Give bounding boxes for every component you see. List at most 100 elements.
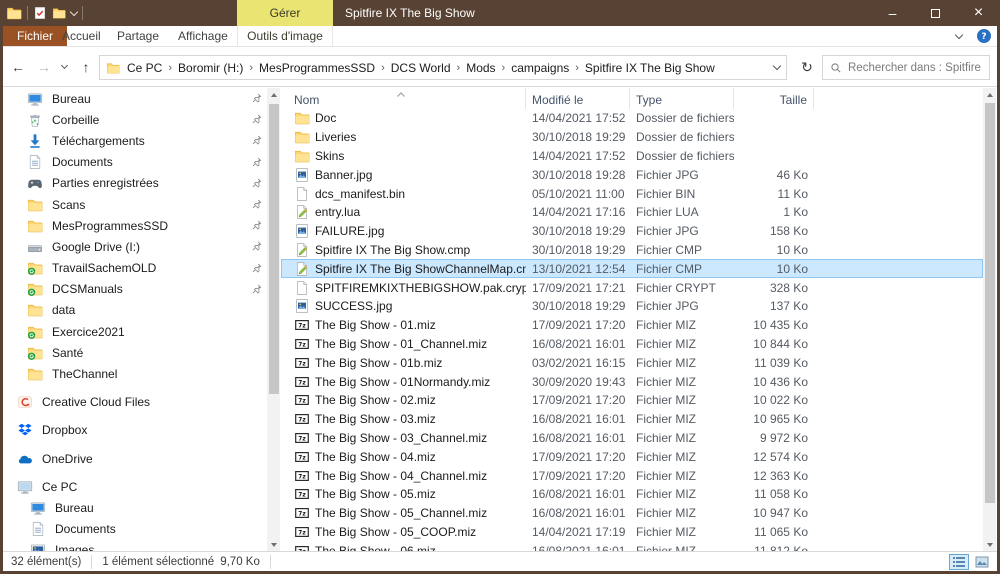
pin-icon[interactable]	[251, 113, 263, 125]
file-row[interactable]: 7z The Big Show - 05_COOP.miz 14/04/2021 1…	[281, 523, 983, 542]
sidebar-item-corbeille[interactable]: Corbeille	[3, 109, 267, 130]
sidebar-item-onedrive[interactable]: OneDrive	[3, 448, 267, 469]
recent-locations-icon[interactable]	[56, 55, 72, 79]
breadcrumb-item[interactable]: Mods	[462, 61, 499, 75]
file-row[interactable]: SUCCESS.jpg 30/10/2018 19:29 Fichier JPG 13…	[281, 297, 983, 316]
expand-ribbon-icon[interactable]	[954, 30, 964, 39]
file-row[interactable]: 7z The Big Show - 03.miz 16/08/2021 16:01 F…	[281, 410, 983, 429]
scroll-down-icon[interactable]	[983, 538, 996, 551]
column-header-modifie[interactable]: Modifié le	[526, 88, 630, 109]
maximize-button[interactable]	[914, 0, 957, 26]
thumbnails-view-button[interactable]	[972, 554, 992, 570]
sidebar-item-documents[interactable]: Documents	[3, 519, 267, 540]
sidebar-scrollbar-thumb[interactable]	[268, 104, 279, 394]
breadcrumb-separator-icon[interactable]: ›	[455, 62, 463, 74]
pin-icon[interactable]	[251, 134, 263, 146]
scroll-up-icon[interactable]	[267, 88, 280, 101]
sidebar-item-creative-cloud-files[interactable]: Creative Cloud Files	[3, 392, 267, 413]
sidebar-item-bureau[interactable]: Bureau	[3, 497, 267, 518]
up-button[interactable]: ↑	[74, 55, 98, 79]
address-dropdown-icon[interactable]	[772, 61, 782, 71]
pin-icon[interactable]	[251, 177, 263, 189]
pin-icon[interactable]	[251, 156, 263, 168]
file-row[interactable]: dcs_manifest.bin 05/10/2021 11:00 Fichier …	[281, 184, 983, 203]
ribbon-contextual-tab-manage[interactable]: Gérer	[237, 0, 333, 26]
file-row[interactable]: FAILURE.jpg 30/10/2018 19:29 Fichier JPG 15…	[281, 222, 983, 241]
sidebar-item-dcsmanuals[interactable]: DCSManuals	[3, 279, 267, 300]
file-row[interactable]: Spitfire IX The Big Show.cmp 30/10/2018 1…	[281, 241, 983, 260]
explorer-app-icon[interactable]	[6, 5, 22, 21]
file-scrollbar-thumb[interactable]	[984, 103, 995, 503]
breadcrumb-item[interactable]: Ce PC	[123, 61, 166, 75]
sidebar-item-sant-[interactable]: Santé	[3, 342, 267, 363]
sidebar-item-mesprogrammesssd[interactable]: MesProgrammesSSD	[3, 215, 267, 236]
tab-partage[interactable]: Partage	[117, 26, 159, 46]
sidebar-item-travailsachemold[interactable]: TravailSachemOLD	[3, 258, 267, 279]
pin-icon[interactable]	[251, 262, 263, 274]
file-row[interactable]: Doc 14/04/2021 17:52 Dossier de fichiers	[281, 109, 983, 128]
qat-customize-icon[interactable]	[69, 7, 79, 16]
search-input[interactable]	[848, 61, 982, 74]
sidebar-scrollbar[interactable]	[267, 88, 280, 551]
breadcrumb-item[interactable]: Boromir (H:)	[174, 61, 247, 75]
properties-icon[interactable]	[33, 6, 47, 20]
column-header-type[interactable]: Type	[630, 88, 734, 109]
sidebar-item-bureau[interactable]: Bureau	[3, 88, 267, 109]
close-button[interactable]: ×	[957, 0, 1000, 26]
minimize-button[interactable]: –	[871, 0, 914, 26]
sidebar-item-ce-pc[interactable]: Ce PC	[3, 476, 267, 497]
file-row[interactable]: 7z The Big Show - 05.miz 16/08/2021 16:01 F…	[281, 485, 983, 504]
pin-icon[interactable]	[251, 283, 263, 295]
back-button[interactable]: ←	[6, 55, 30, 79]
pin-icon[interactable]	[251, 240, 263, 252]
file-row[interactable]: Liveries 30/10/2018 19:29 Dossier de fichi…	[281, 128, 983, 147]
breadcrumb-separator-icon[interactable]: ›	[500, 62, 508, 74]
file-row[interactable]: SPITFIREMKIXTHEBIGSHOW.pak.crypt 17/09/20…	[281, 278, 983, 297]
scroll-down-icon[interactable]	[267, 538, 280, 551]
sidebar-item-google-drive-i-[interactable]: Google Drive (I:)	[3, 236, 267, 257]
details-view-button[interactable]	[949, 554, 969, 570]
file-row[interactable]: 7z The Big Show - 01Normandy.miz 30/09/202…	[281, 372, 983, 391]
sidebar-item-documents[interactable]: Documents	[3, 152, 267, 173]
sidebar-item-parties-enregistr-es[interactable]: Parties enregistrées	[3, 173, 267, 194]
file-row[interactable]: 7z The Big Show - 01_Channel.miz 16/08/202…	[281, 335, 983, 354]
column-header-taille[interactable]: Taille	[734, 88, 814, 109]
sidebar-item-dropbox[interactable]: Dropbox	[3, 420, 267, 441]
breadcrumb-separator-icon[interactable]: ›	[247, 62, 255, 74]
tab-accueil[interactable]: Accueil	[62, 26, 101, 46]
file-row[interactable]: Skins 14/04/2021 17:52 Dossier de fichiers	[281, 147, 983, 166]
file-row[interactable]: entry.lua 14/04/2021 17:16 Fichier LUA 1 Ko	[281, 203, 983, 222]
sidebar-item-thechannel[interactable]: TheChannel	[3, 363, 267, 384]
tab-affichage[interactable]: Affichage	[178, 26, 228, 46]
sidebar-item-scans[interactable]: Scans	[3, 194, 267, 215]
pin-icon[interactable]	[251, 219, 263, 231]
file-row[interactable]: 7z The Big Show - 02.miz 17/09/2021 17:20 F…	[281, 391, 983, 410]
forward-button[interactable]: →	[32, 55, 56, 79]
file-row[interactable]: Banner.jpg 30/10/2018 19:28 Fichier JPG 46 …	[281, 165, 983, 184]
breadcrumb-separator-icon[interactable]: ›	[379, 62, 387, 74]
breadcrumb-item[interactable]: DCS World	[387, 61, 455, 75]
breadcrumb-separator-icon[interactable]: ›	[166, 62, 174, 74]
breadcrumb-item[interactable]: Spitfire IX The Big Show	[581, 61, 719, 75]
file-row[interactable]: 7z The Big Show - 03_Channel.miz 16/08/202…	[281, 429, 983, 448]
breadcrumb-separator-icon[interactable]: ›	[573, 62, 581, 74]
file-row[interactable]: 7z The Big Show - 01b.miz 03/02/2021 16:15…	[281, 353, 983, 372]
file-row[interactable]: 7z The Big Show - 05_Channel.miz 16/08/202…	[281, 504, 983, 523]
sidebar-item-exercice2021[interactable]: Exercice2021	[3, 321, 267, 342]
file-row[interactable]: 7z The Big Show - 01.miz 17/09/2021 17:20 F…	[281, 316, 983, 335]
file-row[interactable]: Spitfire IX The Big ShowChannelMap.cmp 13…	[281, 259, 983, 279]
tab-outils-image[interactable]: Outils d'image	[237, 26, 333, 46]
pin-icon[interactable]	[251, 198, 263, 210]
file-list-scrollbar[interactable]	[983, 88, 996, 551]
refresh-button[interactable]: ↻	[795, 55, 819, 80]
sidebar-item-images[interactable]: Images	[3, 540, 267, 551]
sidebar-item-t-l-chargements[interactable]: Téléchargements	[3, 130, 267, 151]
sidebar-item-data[interactable]: data	[3, 300, 267, 321]
address-bar[interactable]: Ce PC › Boromir (H:) › MesProgrammesSSD › DCS …	[99, 55, 787, 80]
file-row[interactable]: 7z The Big Show - 06.miz 16/08/2021 16:01 F…	[281, 541, 983, 551]
file-row[interactable]: 7z The Big Show - 04_Channel.miz 17/09/202…	[281, 466, 983, 485]
file-row[interactable]: 7z The Big Show - 04.miz 17/09/2021 17:20 F…	[281, 447, 983, 466]
breadcrumb-item[interactable]: campaigns	[507, 61, 573, 75]
new-folder-icon[interactable]	[52, 6, 66, 20]
scroll-up-icon[interactable]	[983, 88, 996, 101]
